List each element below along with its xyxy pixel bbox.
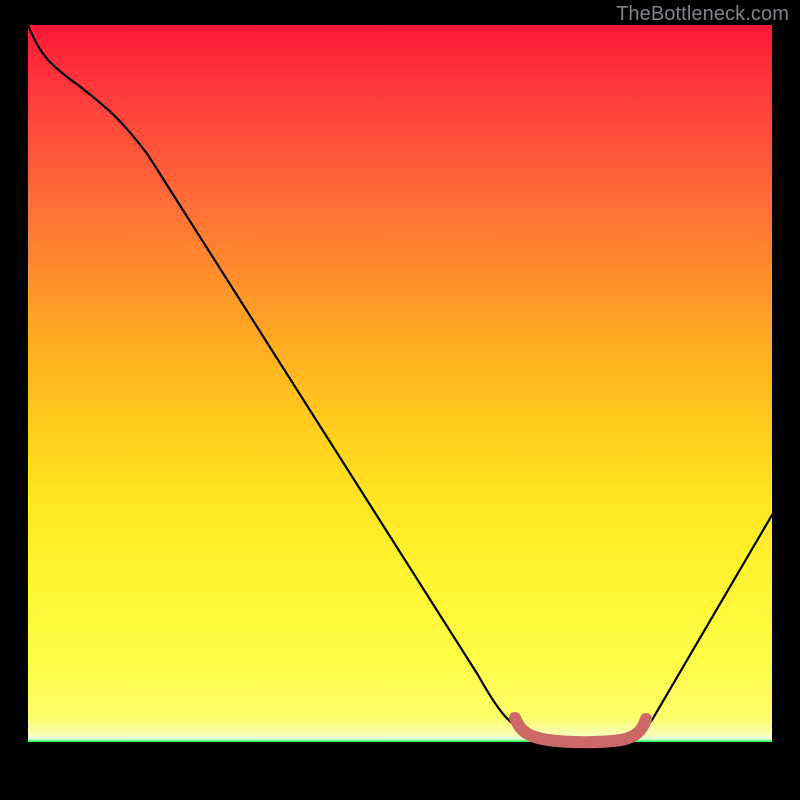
chart-frame	[28, 25, 772, 775]
chart-plot-svg	[28, 25, 772, 775]
watermark-text: TheBottleneck.com	[616, 3, 789, 26]
bottleneck-curve	[28, 25, 772, 742]
optimal-range-marker	[515, 718, 646, 742]
